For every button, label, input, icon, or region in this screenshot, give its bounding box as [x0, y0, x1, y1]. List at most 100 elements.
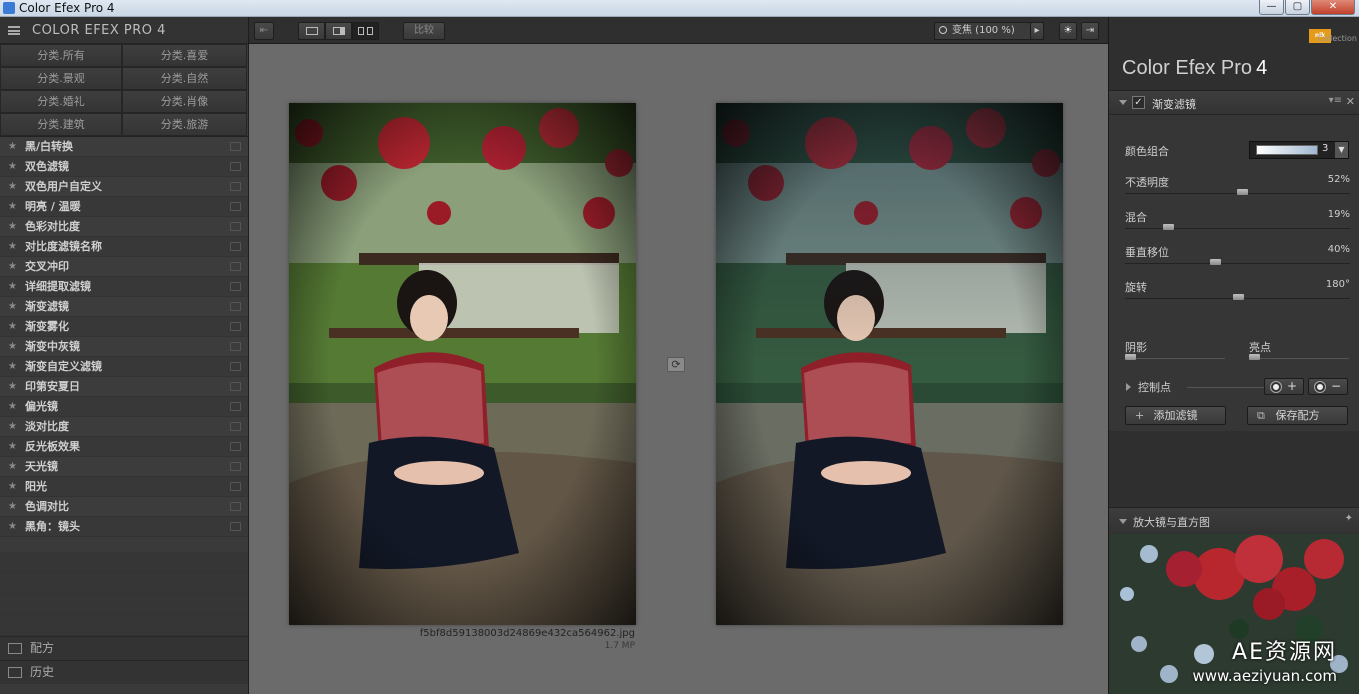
- remove-control-point-button[interactable]: −: [1308, 378, 1348, 395]
- category-favorites[interactable]: 分类.喜爱: [122, 44, 247, 67]
- history-tab[interactable]: 历史: [0, 660, 248, 684]
- hide-browser-button[interactable]: ⇤: [254, 22, 274, 40]
- star-icon[interactable]: ★: [8, 137, 17, 156]
- recipe-icon[interactable]: [230, 522, 241, 531]
- compare-button[interactable]: 比较: [403, 22, 445, 40]
- highlights-slider[interactable]: 亮点: [1249, 339, 1349, 369]
- filter-list-item[interactable]: ★ 交叉冲印: [0, 257, 248, 277]
- save-recipe-button[interactable]: ⧉ 保存配方: [1247, 406, 1348, 425]
- filter-list-item[interactable]: ★ 渐变中灰镜: [0, 337, 248, 357]
- expand-icon[interactable]: [1126, 383, 1131, 391]
- recipe-icon[interactable]: [230, 502, 241, 511]
- blend-slider[interactable]: 混合 19%: [1125, 209, 1350, 239]
- close-button[interactable]: ✕: [1311, 0, 1355, 15]
- filter-list-item[interactable]: ★ 双色用户自定义: [0, 177, 248, 197]
- category-nature[interactable]: 分类.自然: [122, 67, 247, 90]
- shadows-thumb[interactable]: [1125, 354, 1136, 360]
- filter-list-item[interactable]: ★ 黑角：镜头: [0, 517, 248, 537]
- rotation-thumb[interactable]: [1232, 294, 1244, 300]
- shadows-track[interactable]: [1125, 358, 1225, 359]
- recipes-tab[interactable]: 配方: [0, 636, 248, 660]
- opacity-thumb[interactable]: [1237, 189, 1248, 195]
- star-icon[interactable]: ★: [8, 417, 17, 436]
- recipe-icon[interactable]: [230, 282, 241, 291]
- filter-list-item[interactable]: ★ 色调对比: [0, 497, 248, 517]
- filter-list-item[interactable]: ★ 渐变雾化: [0, 317, 248, 337]
- blend-thumb[interactable]: [1162, 224, 1174, 230]
- add-filter-button[interactable]: + 添加滤镜: [1125, 406, 1226, 425]
- vertical-shift-track[interactable]: [1125, 263, 1350, 264]
- category-all[interactable]: 分类.所有: [0, 44, 122, 67]
- star-icon[interactable]: ★: [8, 297, 17, 316]
- filter-header[interactable]: ✓ 渐变滤镜 ▾≡ ✕: [1109, 91, 1359, 115]
- recipe-icon[interactable]: [230, 142, 241, 151]
- filter-list-item[interactable]: ★ 印第安夏日: [0, 377, 248, 397]
- star-icon[interactable]: ★: [8, 217, 17, 236]
- recipe-icon[interactable]: [230, 442, 241, 451]
- recipe-icon[interactable]: [230, 382, 241, 391]
- filter-list-item[interactable]: ★ 阳光: [0, 477, 248, 497]
- opacity-slider[interactable]: 不透明度 52%: [1125, 174, 1350, 204]
- zoom-select[interactable]: 变焦 (100 %): [934, 22, 1044, 40]
- recipe-icon[interactable]: [230, 262, 241, 271]
- vertical-shift-thumb[interactable]: [1210, 259, 1221, 265]
- filter-list-item[interactable]: ★ 反光板效果: [0, 437, 248, 457]
- recipe-icon[interactable]: [230, 362, 241, 371]
- filter-list-item[interactable]: ★ 天光镜: [0, 457, 248, 477]
- recipe-icon[interactable]: [230, 202, 241, 211]
- rotation-slider[interactable]: 旋转 180°: [1125, 279, 1350, 309]
- star-icon[interactable]: ★: [8, 337, 17, 356]
- vertical-shift-slider[interactable]: 垂直移位 40%: [1125, 244, 1350, 274]
- category-portrait[interactable]: 分类.肖像: [122, 90, 247, 113]
- category-travel[interactable]: 分类.旅游: [122, 113, 247, 136]
- star-icon[interactable]: ★: [8, 317, 17, 336]
- star-icon[interactable]: ★: [8, 277, 17, 296]
- star-icon[interactable]: ★: [8, 377, 17, 396]
- star-icon[interactable]: ★: [8, 437, 17, 456]
- recipe-icon[interactable]: [230, 322, 241, 331]
- filter-list-item[interactable]: ★ 淡对比度: [0, 417, 248, 437]
- loupe-histogram-header[interactable]: 放大镜与直方图 ✦: [1109, 507, 1359, 534]
- category-architecture[interactable]: 分类.建筑: [0, 113, 122, 136]
- highlights-thumb[interactable]: [1249, 354, 1260, 360]
- add-control-point-button[interactable]: +: [1264, 378, 1304, 395]
- shadows-slider[interactable]: 阴影: [1125, 339, 1225, 369]
- hide-panel-button[interactable]: ⇥: [1081, 22, 1099, 40]
- filter-list-item[interactable]: ★ 双色滤镜: [0, 157, 248, 177]
- menu-icon[interactable]: [8, 26, 20, 35]
- side-by-side-view-button[interactable]: [352, 22, 379, 40]
- single-view-button[interactable]: [298, 22, 325, 40]
- star-icon[interactable]: ★: [8, 517, 17, 536]
- collapse-icon[interactable]: [1119, 100, 1127, 105]
- recipe-icon[interactable]: [230, 302, 241, 311]
- filter-list-item[interactable]: ★ 对比度滤镜名称: [0, 237, 248, 257]
- filter-list-item[interactable]: ★ 渐变滤镜: [0, 297, 248, 317]
- star-icon[interactable]: ★: [8, 497, 17, 516]
- star-icon[interactable]: ★: [8, 177, 17, 196]
- zoom-arrow-button[interactable]: ▸: [1030, 22, 1044, 40]
- sync-icon[interactable]: ⟳: [667, 357, 685, 372]
- star-icon[interactable]: ★: [8, 477, 17, 496]
- split-view-button[interactable]: [325, 22, 352, 40]
- filter-list-item[interactable]: ★ 明亮 / 温暖: [0, 197, 248, 217]
- highlights-track[interactable]: [1249, 358, 1349, 359]
- remove-filter-icon[interactable]: ✕: [1346, 95, 1355, 108]
- recipe-icon[interactable]: [230, 402, 241, 411]
- recipe-icon[interactable]: [230, 222, 241, 231]
- filter-list-item[interactable]: ★ 偏光镜: [0, 397, 248, 417]
- star-icon[interactable]: ★: [8, 357, 17, 376]
- lightbulb-icon[interactable]: ☀: [1059, 22, 1077, 40]
- filter-list-item[interactable]: ★ 黑/白转换: [0, 137, 248, 157]
- filter-list-item[interactable]: ★ 详细提取滤镜: [0, 277, 248, 297]
- star-icon[interactable]: ★: [8, 457, 17, 476]
- recipe-icon[interactable]: [230, 482, 241, 491]
- pin-icon[interactable]: ✦: [1345, 513, 1353, 524]
- minimize-button[interactable]: —: [1259, 0, 1284, 15]
- star-icon[interactable]: ★: [8, 197, 17, 216]
- star-icon[interactable]: ★: [8, 237, 17, 256]
- filter-list-item[interactable]: ★ 渐变自定义滤镜: [0, 357, 248, 377]
- recipe-icon[interactable]: [230, 422, 241, 431]
- recipe-icon[interactable]: [230, 182, 241, 191]
- recipe-icon[interactable]: [230, 242, 241, 251]
- filter-enable-checkbox[interactable]: ✓: [1132, 96, 1145, 109]
